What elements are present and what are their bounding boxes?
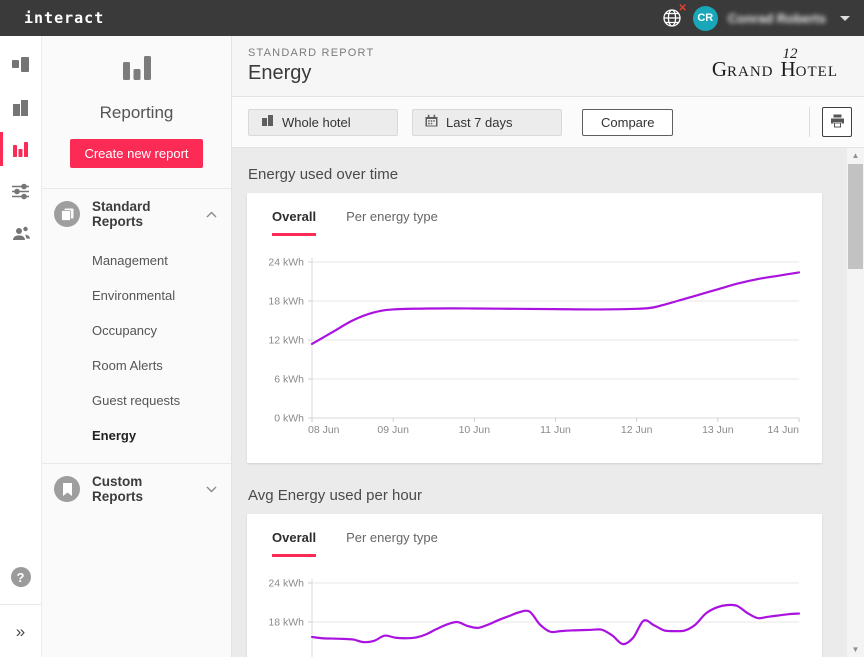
section-title: Energy used over time: [248, 166, 823, 183]
sidebar: Reporting Create new report Standard Rep…: [42, 36, 232, 657]
scroll-up-arrow[interactable]: ▲: [847, 148, 864, 163]
brand-text: RAND: [727, 64, 774, 81]
vertical-scrollbar: ▲ ▼: [847, 148, 864, 657]
app-root: interact ✕ CR Conrad Roberts: [0, 0, 864, 657]
chart-tabs: Overall Per energy type: [262, 514, 807, 557]
expand-sidebar-button[interactable]: »: [0, 611, 42, 653]
create-new-report-button[interactable]: Create new report: [70, 139, 202, 168]
hotel-brand-logo: GRAND12HOTEL: [712, 51, 838, 82]
scrollbar-thumb[interactable]: [848, 164, 863, 269]
sidebar-item-energy[interactable]: Energy: [42, 418, 231, 453]
line-chart-avg-energy-per-hour: 12 kWh18 kWh24 kWh: [262, 571, 807, 657]
rail-item-building[interactable]: [0, 86, 42, 128]
compare-button[interactable]: Compare: [582, 109, 673, 136]
language-globe-button[interactable]: ✕: [661, 7, 683, 29]
svg-text:24 kWh: 24 kWh: [268, 257, 304, 269]
dashboard-icon: [11, 56, 30, 75]
sidebar-item-management[interactable]: Management: [42, 243, 231, 278]
custom-reports-icon: [54, 476, 80, 502]
reporting-icon: [119, 71, 155, 88]
report-nav: Standard Reports Management Environmenta…: [42, 188, 231, 514]
users-icon: [11, 223, 31, 243]
chevron-up-icon: [206, 205, 217, 223]
svg-text:13 Jun: 13 Jun: [702, 424, 734, 436]
avatar[interactable]: CR: [693, 6, 718, 31]
bar-chart-icon: [11, 140, 30, 159]
svg-text:18 kWh: 18 kWh: [268, 617, 304, 629]
report-content: Energy used over time Overall Per energy…: [232, 148, 864, 657]
svg-text:18 kWh: 18 kWh: [268, 296, 304, 308]
brand-text: OTEL: [796, 64, 838, 81]
brand-flourish: 12: [783, 46, 798, 63]
interact-logo: interact: [24, 9, 104, 27]
tab-per-energy-type[interactable]: Per energy type: [346, 209, 438, 236]
chart-card-energy-over-time: Overall Per energy type 0 kWh 6 kWh 12 kWh…: [247, 193, 822, 463]
svg-text:6 kWh: 6 kWh: [274, 374, 304, 386]
property-filter-button[interactable]: Whole hotel: [248, 109, 398, 136]
svg-text:09 Jun: 09 Jun: [377, 424, 409, 436]
filter-bar: Whole hotel Last 7 days Compare: [232, 97, 864, 148]
chevron-down-icon: [206, 480, 217, 498]
user-menu-button[interactable]: [836, 16, 850, 21]
group-label: Standard Reports: [92, 199, 194, 229]
globe-alert-badge: ✕: [678, 3, 686, 14]
group-label: Custom Reports: [92, 474, 194, 504]
brand-text: G: [712, 57, 727, 82]
page-header: STANDARD REPORT Energy GRAND12HOTEL: [232, 36, 864, 97]
printer-icon: [830, 114, 845, 131]
nav-rail: ? »: [0, 36, 42, 657]
svg-text:11 Jun: 11 Jun: [540, 424, 571, 436]
property-filter-value: Whole hotel: [282, 115, 351, 130]
chevron-down-icon: [840, 16, 850, 21]
sidebar-title: Reporting: [42, 103, 231, 123]
rail-item-controls[interactable]: [0, 170, 42, 212]
date-range-filter-button[interactable]: Last 7 days: [412, 109, 562, 136]
chart-card-avg-energy-per-hour: Overall Per energy type 12 kWh18 kWh24 k…: [247, 514, 822, 657]
svg-text:10 Jun: 10 Jun: [459, 424, 491, 436]
building-small-icon: [261, 114, 274, 130]
svg-text:14 Jun: 14 Jun: [767, 424, 799, 436]
sidebar-item-occupancy[interactable]: Occupancy: [42, 313, 231, 348]
group-custom-reports[interactable]: Custom Reports: [42, 463, 231, 514]
svg-text:0 kWh: 0 kWh: [274, 413, 304, 425]
print-button[interactable]: [822, 107, 852, 137]
building-icon: [11, 98, 30, 117]
globe-icon: [661, 16, 683, 33]
standard-reports-icon: [54, 201, 80, 227]
svg-text:08 Jun: 08 Jun: [308, 424, 340, 436]
sidebar-item-guest-requests[interactable]: Guest requests: [42, 383, 231, 418]
sliders-icon: [11, 182, 30, 201]
svg-text:12 kWh: 12 kWh: [268, 335, 304, 347]
main-panel: STANDARD REPORT Energy GRAND12HOTEL Whol…: [232, 36, 864, 657]
chart-tabs: Overall Per energy type: [262, 193, 807, 236]
scroll-down-arrow[interactable]: ▼: [847, 642, 864, 657]
tab-overall[interactable]: Overall: [272, 530, 316, 557]
rail-item-help[interactable]: ?: [0, 556, 42, 598]
group-standard-reports[interactable]: Standard Reports: [42, 188, 231, 239]
section-title: Avg Energy used per hour: [248, 487, 823, 504]
svg-text:12 Jun: 12 Jun: [621, 424, 653, 436]
svg-text:24 kWh: 24 kWh: [268, 578, 304, 590]
page-title: Energy: [248, 62, 374, 85]
date-range-value: Last 7 days: [446, 115, 513, 130]
rail-divider: [0, 604, 42, 605]
rail-item-dashboard[interactable]: [0, 44, 42, 86]
report-type-label: STANDARD REPORT: [248, 47, 374, 59]
tab-per-energy-type[interactable]: Per energy type: [346, 530, 438, 557]
double-chevron-right-icon: »: [16, 622, 25, 642]
sidebar-item-room-alerts[interactable]: Room Alerts: [42, 348, 231, 383]
calendar-icon: [425, 114, 438, 130]
user-name: Conrad Roberts: [728, 11, 826, 26]
sidebar-item-environmental[interactable]: Environmental: [42, 278, 231, 313]
tab-overall[interactable]: Overall: [272, 209, 316, 236]
line-chart-energy-over-time: 0 kWh 6 kWh 12 kWh 18 kWh 24 kWh 08 Jun 09 Jun…: [262, 250, 807, 446]
rail-item-users[interactable]: [0, 212, 42, 254]
help-icon: ?: [11, 567, 31, 587]
rail-item-reporting[interactable]: [0, 128, 42, 170]
top-bar: interact ✕ CR Conrad Roberts: [0, 0, 864, 36]
divider: [809, 107, 810, 137]
